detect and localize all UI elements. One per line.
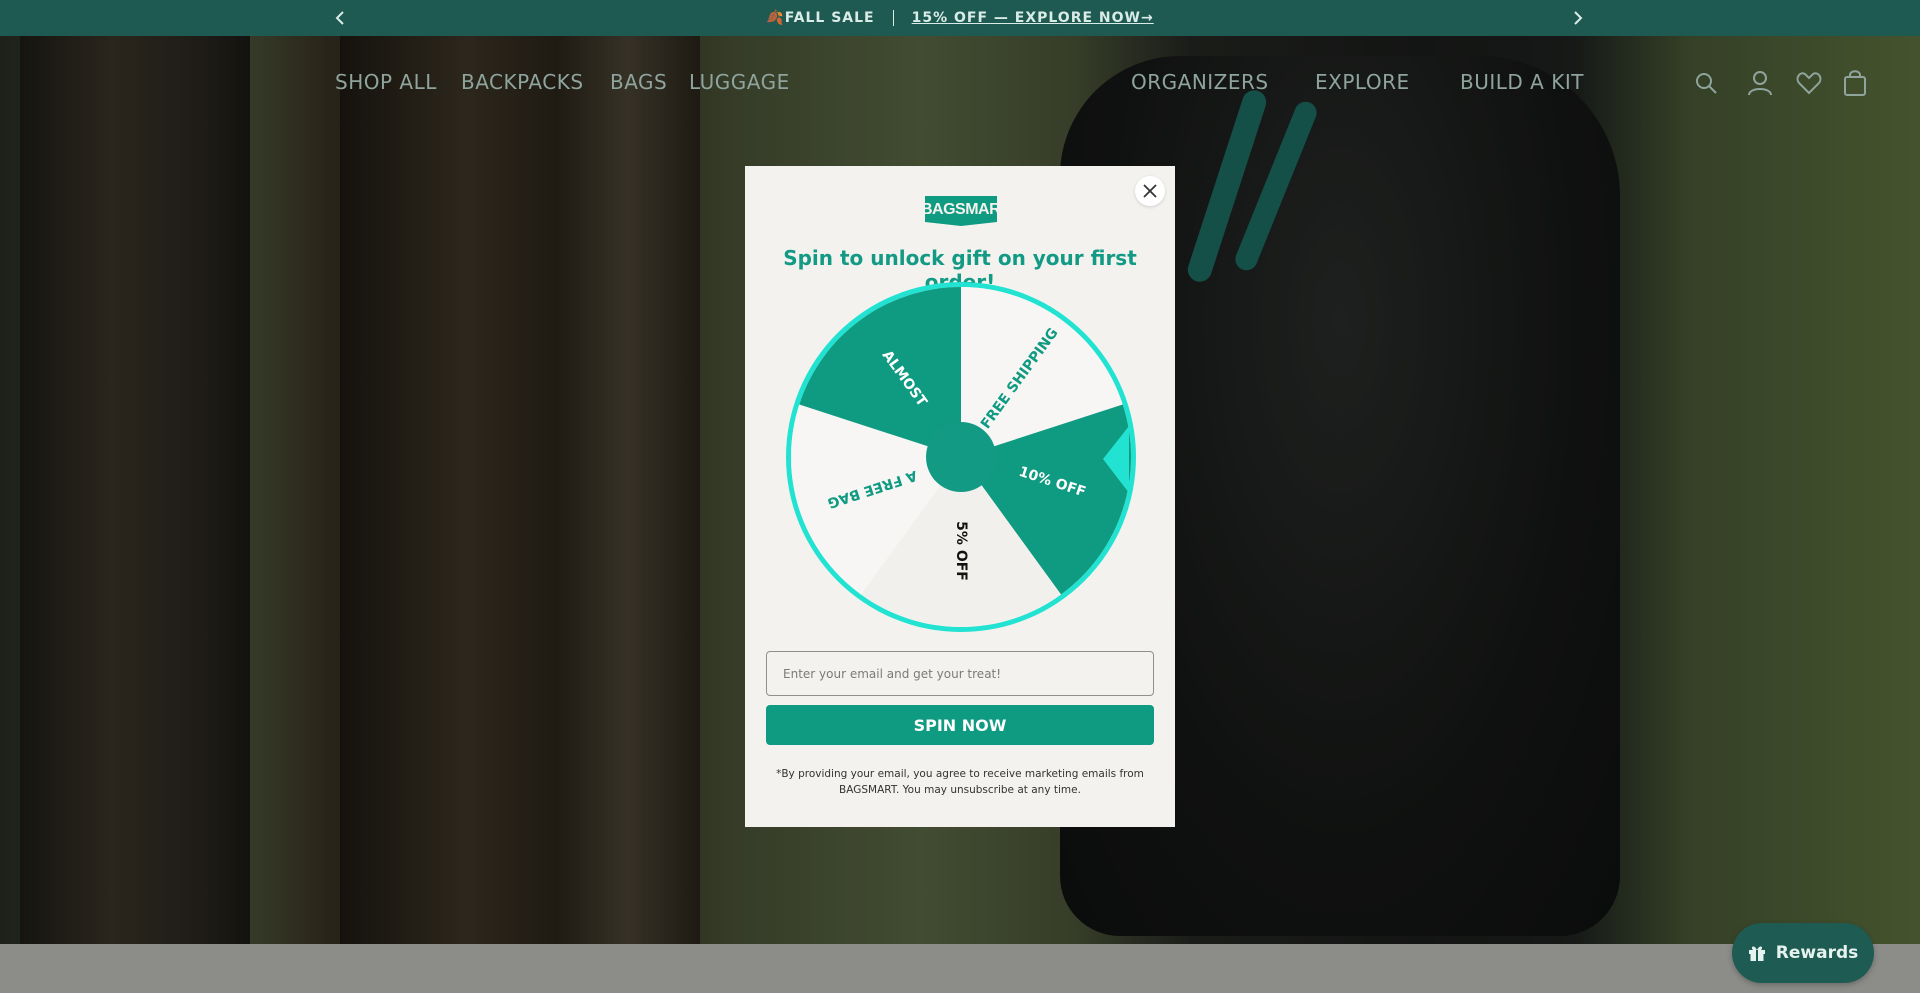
- logo-text: BAGSMART: [921, 201, 1010, 218]
- cart-icon: [1844, 70, 1866, 96]
- spin-wheel-popup: BAGSMART Spin to unlock gift on your fir…: [745, 166, 1175, 827]
- wishlist-icon: [1796, 72, 1822, 95]
- bagsmart-logo: BAGSMART: [921, 192, 1010, 228]
- announcement-offer-link[interactable]: 15% OFF — EXPLORE NOW→: [912, 10, 1154, 26]
- close-button[interactable]: [1135, 176, 1165, 206]
- wishlist-button[interactable]: [1794, 68, 1824, 98]
- account-icon: [1748, 71, 1772, 96]
- rewards-button[interactable]: Rewards: [1732, 923, 1874, 983]
- cart-button[interactable]: [1840, 68, 1870, 98]
- nav-backpacks[interactable]: BACKPACKS: [461, 70, 584, 94]
- search-button[interactable]: [1691, 68, 1721, 98]
- search-icon: [1696, 73, 1717, 94]
- chevron-left-icon: [335, 11, 344, 25]
- gift-icon: [1748, 946, 1765, 961]
- wheel-hub: [926, 422, 996, 492]
- account-button[interactable]: [1745, 68, 1775, 98]
- nav-bags[interactable]: BAGS: [610, 70, 667, 94]
- prize-wheel: FREE SHIPPING 10% OFF 5% OFF A FREE BAG …: [786, 282, 1136, 632]
- page-content-strip: [0, 944, 1920, 993]
- announcement-prev-button[interactable]: [328, 6, 352, 30]
- announcement-bar: 🍂FALL SALE 15% OFF — EXPLORE NOW→: [0, 0, 1920, 36]
- nav-organizers[interactable]: ORGANIZERS: [1131, 70, 1269, 94]
- chevron-right-icon: [1574, 11, 1583, 25]
- nav-shop-all[interactable]: SHOP ALL: [335, 70, 437, 94]
- spin-now-button[interactable]: SPIN NOW: [766, 705, 1154, 745]
- nav-build-a-kit[interactable]: BUILD A KIT: [1460, 70, 1584, 94]
- main-nav: SHOP ALL BACKPACKS BAGS LUGGAGE ORGANIZE…: [0, 64, 1920, 104]
- disclaimer-text: *By providing your email, you agree to r…: [776, 768, 1144, 796]
- divider: [892, 10, 894, 26]
- nav-explore[interactable]: EXPLORE: [1315, 70, 1410, 94]
- nav-luggage[interactable]: LUGGAGE: [689, 70, 790, 94]
- close-icon: [1143, 184, 1157, 198]
- sale-label: 🍂FALL SALE: [766, 10, 875, 26]
- announcement-next-button[interactable]: [1566, 6, 1590, 30]
- announcement-message: 🍂FALL SALE 15% OFF — EXPLORE NOW→: [766, 10, 1153, 26]
- email-field[interactable]: [766, 651, 1154, 696]
- wheel-label-5-off: 5% OFF: [953, 521, 969, 581]
- rewards-label: Rewards: [1775, 943, 1859, 963]
